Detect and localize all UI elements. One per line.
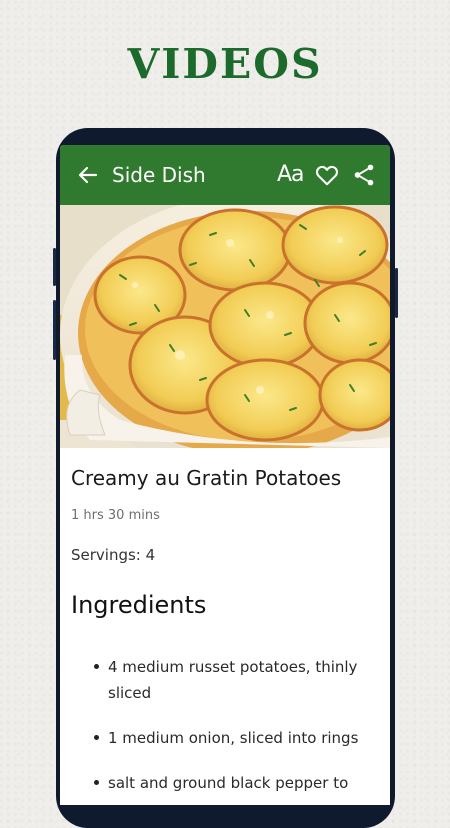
ingredient-item: 4 medium russet potatoes, thinly sliced [94, 654, 374, 706]
ingredients-list: 4 medium russet potatoes, thinly sliced … [94, 654, 374, 805]
share-icon[interactable] [351, 162, 377, 188]
text-size-icon[interactable]: Aa [277, 160, 307, 187]
ingredient-item: 1 medium onion, sliced into rings [94, 725, 374, 751]
recipe-title: Creamy au Gratin Potatoes [71, 466, 342, 490]
app-screen: Side Dish Aa Creamy au Gratin Potatoes 1… [60, 145, 390, 805]
ingredients-heading: Ingredients [71, 591, 207, 619]
back-arrow-icon[interactable] [76, 163, 100, 187]
text-size-label: Aa [277, 162, 305, 187]
ingredient-item: salt and ground black pepper to [94, 770, 374, 796]
cook-time: 1 hrs 30 mins [71, 508, 160, 523]
heart-icon[interactable] [314, 162, 340, 188]
page-title: Side Dish [112, 163, 206, 187]
app-bar: Side Dish Aa [60, 145, 390, 205]
promo-title: VIDEOS [127, 40, 323, 88]
servings: Servings: 4 [71, 546, 156, 564]
recipe-photo [60, 205, 390, 448]
